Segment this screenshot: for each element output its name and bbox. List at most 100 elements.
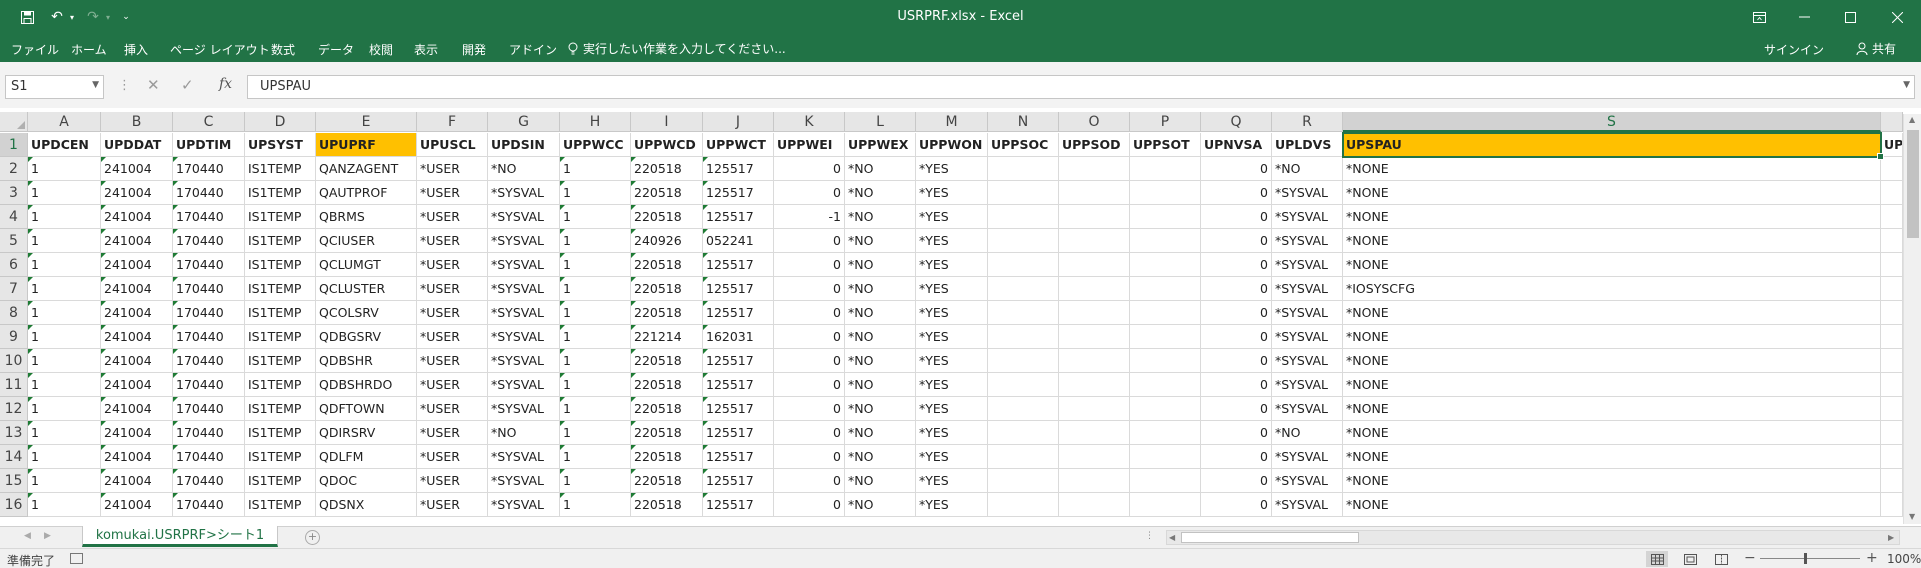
table-cell[interactable]: *SYSVAL bbox=[1272, 493, 1343, 517]
table-cell[interactable]: *SYSVAL bbox=[1272, 373, 1343, 397]
table-cell[interactable]: 125517 bbox=[703, 277, 774, 301]
table-header-cell[interactable]: UPPWEX bbox=[845, 133, 916, 157]
table-cell[interactable]: 241004 bbox=[101, 253, 173, 277]
table-cell[interactable]: 125517 bbox=[703, 157, 774, 181]
table-cell[interactable]: *USER bbox=[417, 397, 488, 421]
table-cell[interactable]: 241004 bbox=[101, 469, 173, 493]
cancel-icon[interactable]: ✕ bbox=[147, 76, 160, 94]
table-cell[interactable]: QDBGSRV bbox=[316, 325, 417, 349]
table-cell[interactable]: 0 bbox=[1201, 421, 1272, 445]
table-cell[interactable]: 241004 bbox=[101, 157, 173, 181]
table-header-cell[interactable]: UPDSIN bbox=[488, 133, 560, 157]
table-cell[interactable]: IS1TEMP bbox=[245, 349, 316, 373]
row-header[interactable]: 15 bbox=[0, 469, 28, 493]
table-cell[interactable]: 0 bbox=[774, 373, 845, 397]
table-cell[interactable]: 0 bbox=[1201, 349, 1272, 373]
tab-addins[interactable]: アドイン bbox=[509, 41, 557, 58]
table-cell[interactable]: *SYSVAL bbox=[1272, 277, 1343, 301]
table-cell[interactable]: 220518 bbox=[631, 157, 703, 181]
row-header[interactable]: 16 bbox=[0, 493, 28, 517]
table-cell[interactable]: 241004 bbox=[101, 181, 173, 205]
table-cell[interactable]: 1 bbox=[560, 349, 631, 373]
table-cell[interactable] bbox=[1130, 349, 1201, 373]
table-cell[interactable]: 0 bbox=[1201, 253, 1272, 277]
table-cell[interactable]: *SYSVAL bbox=[488, 373, 560, 397]
zoom-out-icon[interactable]: − bbox=[1744, 550, 1756, 566]
table-cell[interactable]: *SYSVAL bbox=[1272, 397, 1343, 421]
table-cell[interactable] bbox=[1059, 469, 1130, 493]
table-header-cell[interactable]: UPSPAU bbox=[1343, 133, 1881, 157]
table-cell[interactable]: *YES bbox=[916, 349, 988, 373]
table-cell[interactable]: 1 bbox=[28, 301, 101, 325]
sign-in-link[interactable]: サインイン bbox=[1764, 41, 1824, 58]
column-header-q[interactable]: Q bbox=[1201, 112, 1272, 132]
table-cell[interactable]: *NO bbox=[845, 181, 916, 205]
table-cell[interactable]: 125517 bbox=[703, 469, 774, 493]
close-icon[interactable] bbox=[1881, 5, 1913, 29]
row-header[interactable]: 12 bbox=[0, 397, 28, 421]
table-cell[interactable]: QDBSHR bbox=[316, 349, 417, 373]
tab-home[interactable]: ホーム bbox=[71, 41, 107, 58]
table-cell[interactable]: *SYSVAL bbox=[1272, 445, 1343, 469]
tab-developer[interactable]: 開発 bbox=[462, 41, 486, 58]
table-cell[interactable]: 241004 bbox=[101, 397, 173, 421]
table-cell[interactable]: *NO bbox=[845, 469, 916, 493]
table-cell[interactable] bbox=[1881, 301, 1903, 325]
table-cell[interactable]: 220518 bbox=[631, 181, 703, 205]
table-cell[interactable]: QDFTOWN bbox=[316, 397, 417, 421]
table-cell[interactable]: 0 bbox=[774, 445, 845, 469]
table-cell[interactable]: 1 bbox=[28, 445, 101, 469]
table-cell[interactable] bbox=[1059, 373, 1130, 397]
table-cell[interactable]: 1 bbox=[560, 325, 631, 349]
table-cell[interactable]: 1 bbox=[560, 373, 631, 397]
table-cell[interactable] bbox=[1130, 445, 1201, 469]
table-cell[interactable]: 170440 bbox=[173, 493, 245, 517]
table-cell[interactable]: 170440 bbox=[173, 205, 245, 229]
page-layout-view-icon[interactable] bbox=[1679, 551, 1701, 567]
ribbon-display-options-icon[interactable] bbox=[1743, 5, 1775, 29]
column-header-r[interactable]: R bbox=[1272, 112, 1343, 132]
table-header-cell[interactable]: UPUSCL bbox=[417, 133, 488, 157]
table-cell[interactable]: *NO bbox=[845, 157, 916, 181]
table-cell[interactable]: 0 bbox=[1201, 205, 1272, 229]
table-cell[interactable] bbox=[1130, 397, 1201, 421]
table-cell[interactable] bbox=[1130, 301, 1201, 325]
table-cell[interactable]: QDLFM bbox=[316, 445, 417, 469]
column-header-p[interactable]: P bbox=[1130, 112, 1201, 132]
table-cell[interactable]: *YES bbox=[916, 325, 988, 349]
tab-data[interactable]: データ bbox=[318, 41, 354, 58]
table-cell[interactable] bbox=[1881, 493, 1903, 517]
table-header-cell[interactable]: UPLDVS bbox=[1272, 133, 1343, 157]
table-cell[interactable]: *YES bbox=[916, 229, 988, 253]
tab-formulas[interactable]: 数式 bbox=[271, 41, 295, 58]
table-cell[interactable]: 0 bbox=[1201, 301, 1272, 325]
table-cell[interactable]: 1 bbox=[560, 421, 631, 445]
table-cell[interactable]: *USER bbox=[417, 181, 488, 205]
table-cell[interactable] bbox=[1130, 229, 1201, 253]
table-cell[interactable]: 125517 bbox=[703, 253, 774, 277]
table-cell[interactable]: 1 bbox=[28, 469, 101, 493]
table-cell[interactable]: *NO bbox=[488, 421, 560, 445]
name-box-dropdown-icon[interactable]: ▼ bbox=[92, 80, 99, 90]
table-cell[interactable]: 125517 bbox=[703, 181, 774, 205]
table-header-cell[interactable]: UPDCEN bbox=[28, 133, 101, 157]
table-cell[interactable] bbox=[1059, 277, 1130, 301]
column-header-h[interactable]: H bbox=[560, 112, 631, 132]
table-cell[interactable]: *SYSVAL bbox=[488, 349, 560, 373]
column-header-next[interactable] bbox=[1881, 112, 1903, 132]
table-header-cell[interactable]: UPPWCD bbox=[631, 133, 703, 157]
table-cell[interactable]: 1 bbox=[560, 229, 631, 253]
table-cell[interactable]: 220518 bbox=[631, 301, 703, 325]
table-cell[interactable]: *YES bbox=[916, 157, 988, 181]
table-cell[interactable]: 220518 bbox=[631, 205, 703, 229]
table-cell[interactable]: *NO bbox=[845, 301, 916, 325]
table-cell[interactable]: *NO bbox=[1272, 157, 1343, 181]
table-cell[interactable]: QAUTPROF bbox=[316, 181, 417, 205]
table-header-cell[interactable]: UPUPRF bbox=[316, 133, 417, 157]
vertical-scrollbar[interactable]: ▲ ▼ bbox=[1903, 114, 1921, 524]
table-cell[interactable]: IS1TEMP bbox=[245, 373, 316, 397]
horizontal-scroll-thumb[interactable] bbox=[1181, 532, 1359, 543]
table-cell[interactable]: IS1TEMP bbox=[245, 397, 316, 421]
table-cell[interactable]: *USER bbox=[417, 325, 488, 349]
table-cell[interactable]: 0 bbox=[774, 469, 845, 493]
